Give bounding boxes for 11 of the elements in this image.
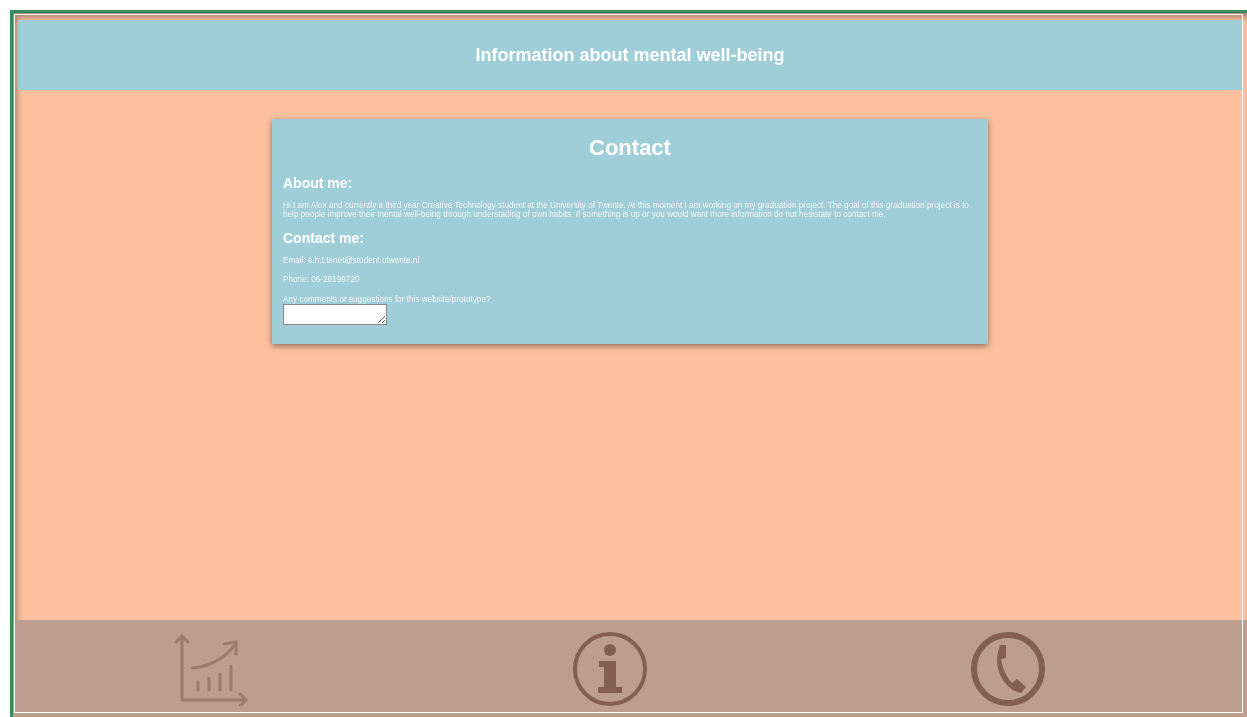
chart-icon[interactable] [174,631,250,706]
about-heading: About me: [283,175,354,191]
phone-icon[interactable] [970,630,1046,707]
comments-label: Any comments or suggestions for this website/prototype? [283,294,492,305]
page-title: Information about mental well-being [475,44,785,66]
card-title: Contact [588,135,672,161]
comments-field[interactable] [283,304,387,326]
contact-heading: Contact me: [283,229,365,246]
info-icon[interactable] [572,630,648,707]
phone-text: Phone: 06-28199720 [283,275,361,285]
email-text: Email: a.h.t.tenet@student.utwente.nl [283,255,421,266]
